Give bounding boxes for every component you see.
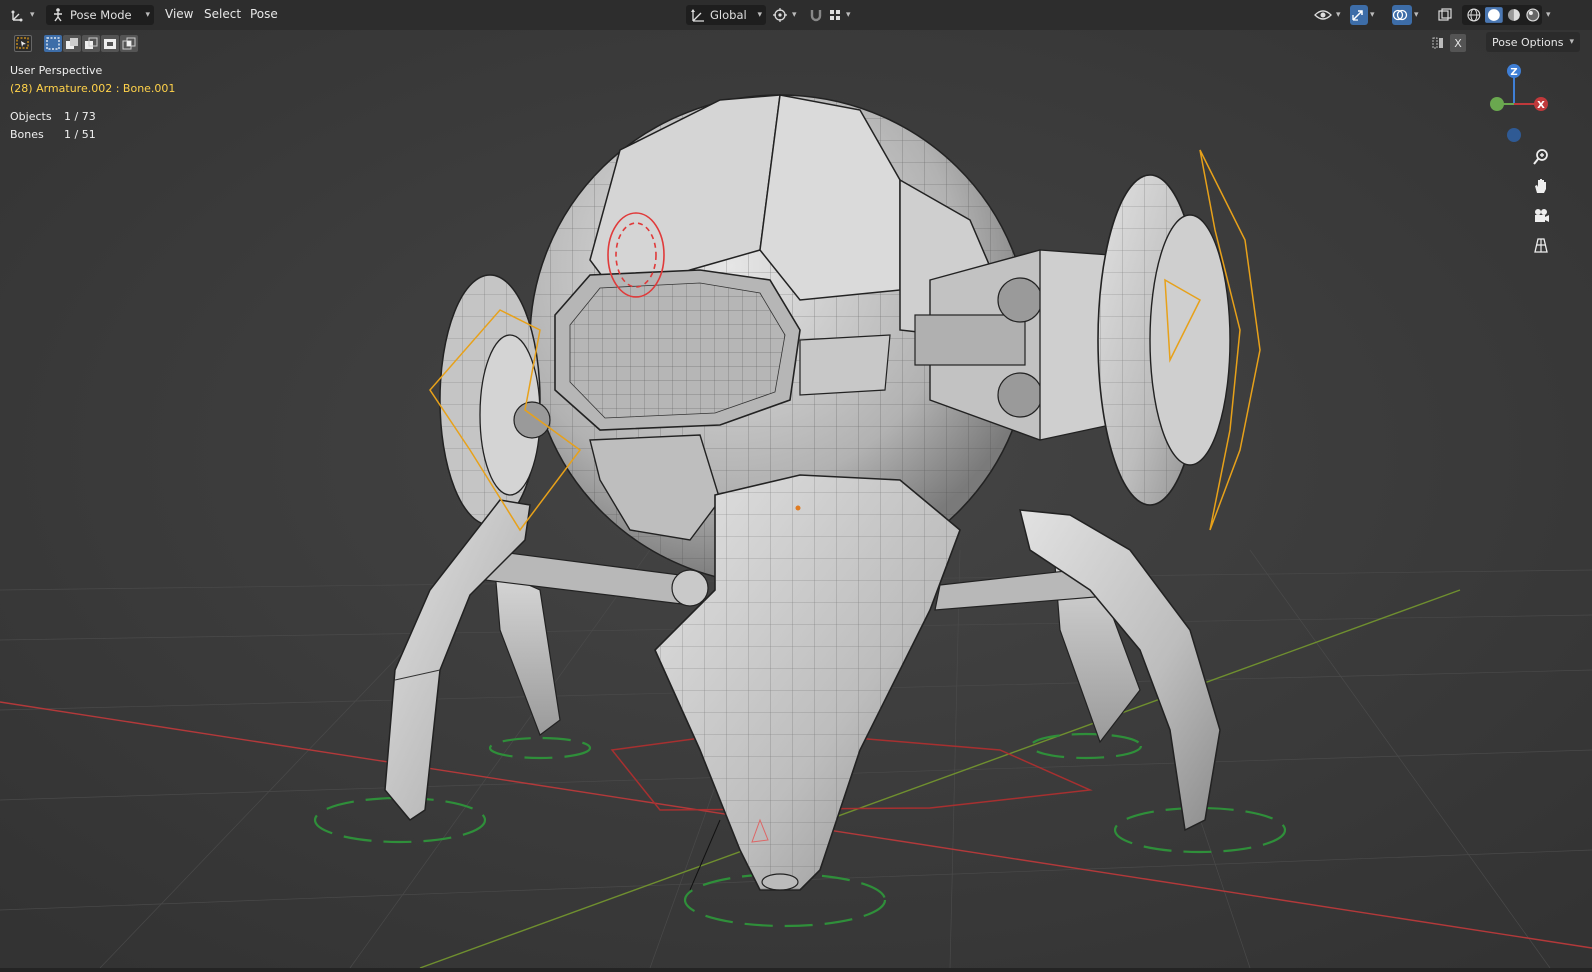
pose-options-dropdown[interactable]: Pose Options ▾	[1486, 32, 1580, 52]
mode-dropdown[interactable]: Pose Mode ▾	[46, 5, 154, 25]
zoom-button[interactable]	[1528, 144, 1554, 170]
material-shading-icon[interactable]	[1505, 7, 1523, 23]
zoom-icon	[1533, 149, 1548, 165]
select-mode-new[interactable]	[44, 35, 62, 52]
orientation-icon	[691, 9, 704, 22]
select-box-icon	[16, 37, 29, 49]
active-object-info: (28) Armature.002 : Bone.001	[10, 82, 176, 95]
menu-view[interactable]: View	[165, 7, 193, 21]
gizmo-icon	[1352, 10, 1363, 21]
chevron-down-icon: ▾	[1569, 37, 1574, 47]
gizmo-toggle[interactable]	[1350, 5, 1368, 25]
select-mode-extend[interactable]	[63, 35, 81, 52]
snap-target-icon	[830, 10, 840, 20]
select-subtract-icon	[85, 37, 98, 49]
transform-orientation-dropdown[interactable]: Global ▾	[686, 5, 766, 25]
chevron-down-icon: ▾	[30, 10, 35, 20]
mode-label: Pose Mode	[70, 8, 132, 22]
select-mode-subtract[interactable]	[82, 35, 100, 52]
pose-mirror-icon[interactable]	[1431, 36, 1445, 50]
editor-type-button[interactable]: ▾	[10, 5, 40, 25]
viewport-header: ▾ Pose Mode ▾ View Select Pose Global ▾ …	[0, 0, 1592, 30]
rendered-shading-icon[interactable]	[1524, 7, 1542, 23]
wireframe-shading-icon[interactable]	[1465, 7, 1483, 23]
eye-icon	[1314, 10, 1332, 20]
shading-dropdown[interactable]: ▾	[1546, 5, 1560, 25]
stat-objects-label: Objects	[10, 110, 52, 123]
chevron-down-icon: ▾	[1370, 10, 1375, 20]
snap-icon	[810, 10, 822, 22]
stat-bones-label: Bones	[10, 128, 44, 141]
xray-icon	[1438, 8, 1452, 21]
3d-viewport[interactable]: User Perspective (28) Armature.002 : Bon…	[0, 30, 1592, 968]
select-tool-button[interactable]	[14, 35, 32, 52]
pose-mode-icon	[54, 8, 62, 22]
chevron-down-icon: ▾	[1336, 10, 1341, 20]
mirror-icon	[1432, 37, 1443, 49]
snap-target-dropdown[interactable]: ▾	[828, 5, 856, 25]
overlays-icon	[1392, 9, 1408, 21]
snap-toggle[interactable]	[808, 5, 826, 25]
ortho-toggle-button[interactable]	[1528, 232, 1554, 258]
stat-objects-value: 1 / 73	[64, 110, 96, 123]
pose-options-label: Pose Options	[1492, 35, 1564, 49]
menu-pose[interactable]: Pose	[250, 7, 278, 21]
status-bar	[0, 968, 1592, 972]
x-mirror-toggle[interactable]: X	[1450, 34, 1466, 52]
x-axis-label: X	[1537, 100, 1545, 111]
menu-select[interactable]: Select	[204, 7, 241, 21]
gizmo-dropdown[interactable]: ▾	[1370, 5, 1384, 25]
pivot-point-dropdown[interactable]: ▾	[772, 5, 802, 25]
chevron-down-icon: ▾	[1414, 10, 1419, 20]
pivot-icon	[773, 8, 787, 22]
orientation-label: Global	[710, 8, 747, 22]
hand-icon	[1535, 179, 1546, 193]
shading-modes	[1462, 5, 1542, 25]
axis-icon	[11, 10, 23, 22]
neg-z-axis-handle	[1507, 128, 1521, 142]
navigation-gizmo[interactable]: Z X	[1478, 60, 1558, 150]
select-mode-invert[interactable]	[101, 35, 119, 52]
y-axis-handle	[1490, 97, 1504, 111]
z-axis-label: Z	[1510, 67, 1517, 78]
overlays-toggle[interactable]	[1392, 5, 1412, 25]
chevron-down-icon: ▾	[792, 10, 797, 20]
chevron-down-icon: ▾	[757, 10, 762, 20]
select-mode-intersect[interactable]	[120, 35, 138, 52]
chevron-down-icon: ▾	[1546, 10, 1551, 20]
select-invert-icon	[104, 39, 116, 49]
pan-button[interactable]	[1528, 173, 1554, 199]
camera-icon	[1535, 209, 1549, 222]
view-name: User Perspective	[10, 64, 103, 77]
chevron-down-icon: ▾	[846, 10, 851, 20]
tool-header: X	[0, 30, 1592, 56]
overlays-dropdown[interactable]: ▾	[1414, 5, 1428, 25]
visibility-dropdown[interactable]: ▾	[1314, 5, 1344, 25]
select-new-icon	[46, 37, 60, 50]
scene-render	[0, 30, 1592, 968]
camera-view-button[interactable]	[1528, 203, 1554, 229]
solid-shading-icon[interactable]	[1484, 7, 1503, 23]
chevron-down-icon: ▾	[145, 10, 150, 20]
select-intersect-icon	[122, 37, 136, 50]
xray-toggle[interactable]	[1438, 5, 1456, 25]
grid-view-icon	[1534, 238, 1548, 253]
stat-bones-value: 1 / 51	[64, 128, 96, 141]
select-extend-icon	[66, 38, 78, 49]
